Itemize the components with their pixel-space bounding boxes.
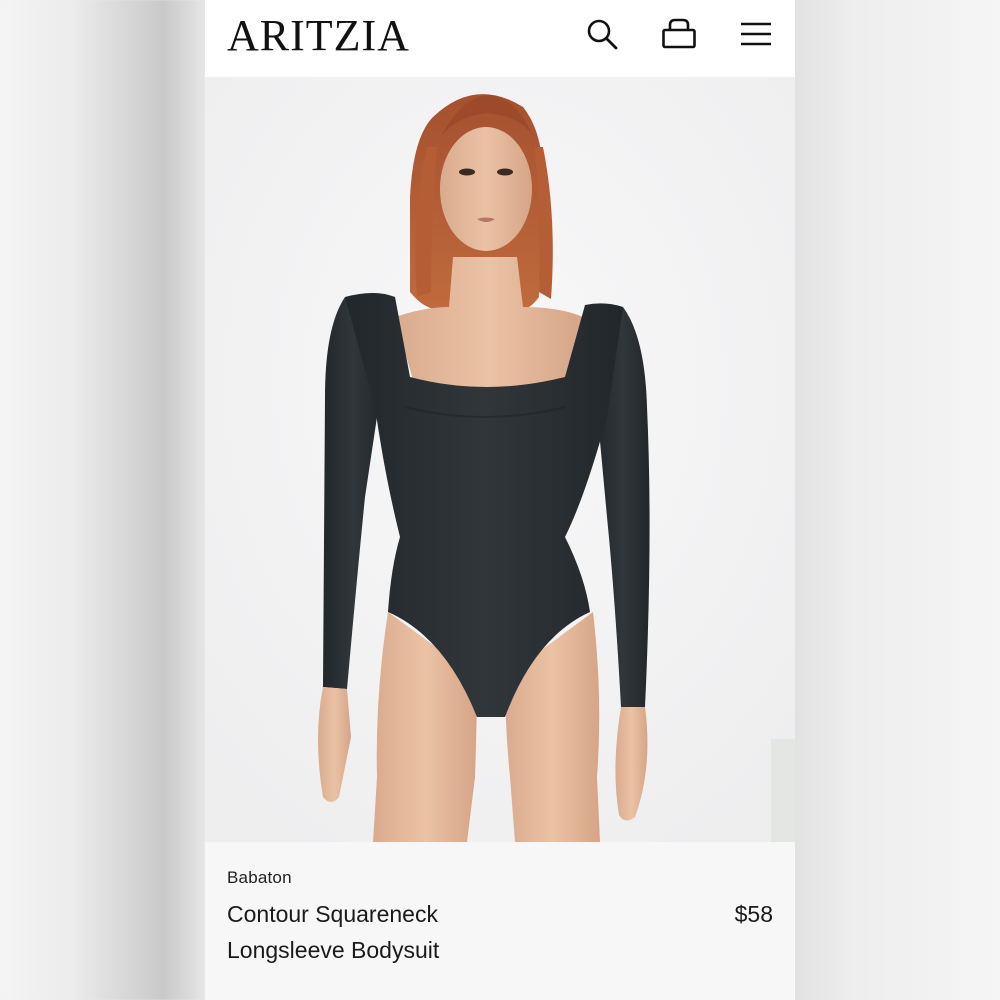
product-price: $58 [734,901,773,927]
product-info: Babaton Contour Squareneck Longsleeve Bo… [205,842,795,1000]
model-photo-illustration [205,77,795,842]
blurred-background-right [795,0,1000,1000]
mobile-product-page: ARITZIA Babaton Contour Squareneck Longs… [205,0,795,1000]
next-image-peek[interactable] [771,739,795,842]
product-brand[interactable]: Babaton [227,868,292,888]
hamburger-menu-icon[interactable] [738,16,774,52]
product-image[interactable] [205,77,795,842]
blurred-background-left [0,0,205,1000]
search-icon[interactable] [584,16,620,52]
site-header: ARITZIA [205,0,795,77]
aritzia-logo[interactable]: ARITZIA [227,12,410,60]
product-name[interactable]: Contour Squareneck Longsleeve Bodysuit [227,896,527,968]
shopping-bag-icon[interactable] [661,16,697,52]
